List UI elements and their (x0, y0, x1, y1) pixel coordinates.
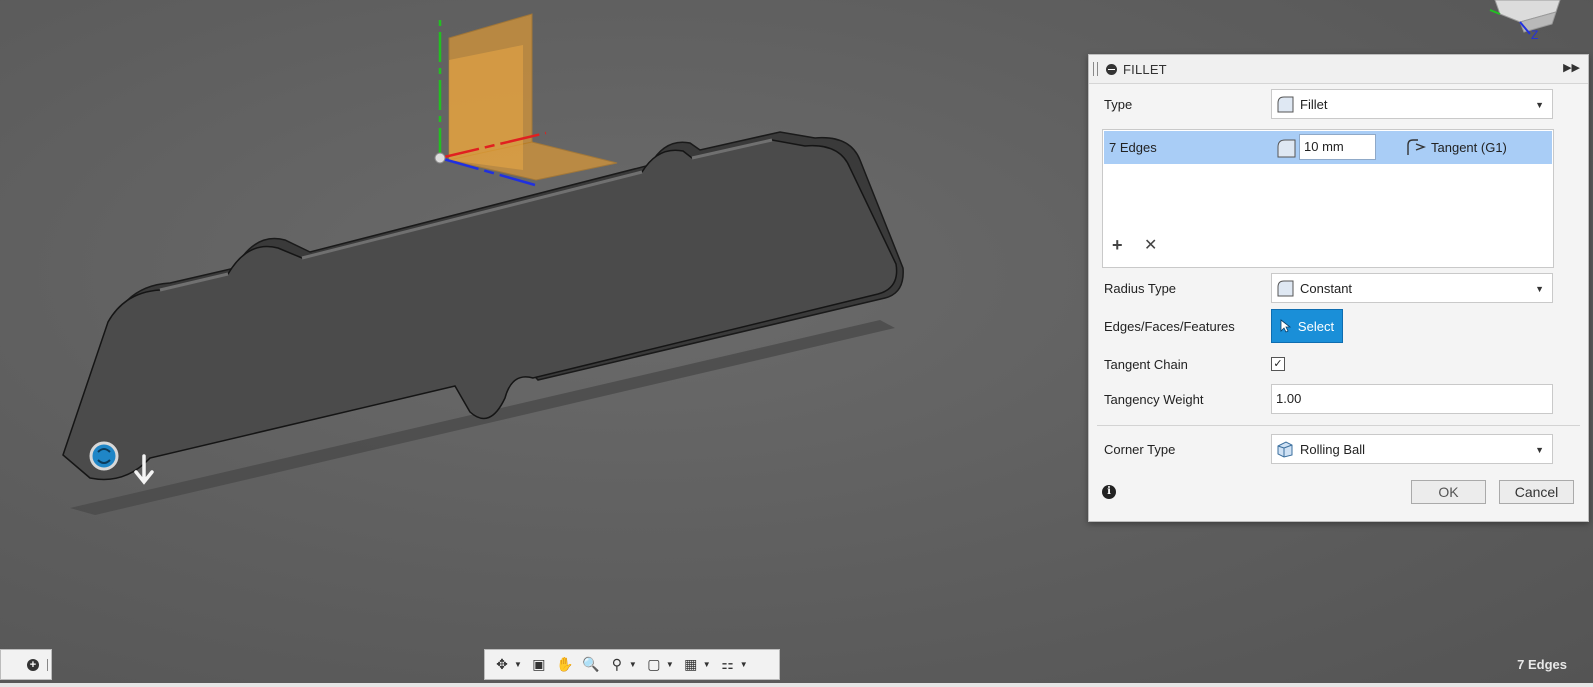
bottom-strip (0, 683, 1593, 687)
continuity-selector[interactable]: Tangent (G1) (1406, 138, 1507, 156)
type-dropdown[interactable]: Fillet ▼ (1271, 89, 1553, 119)
continuity-value: Tangent (G1) (1431, 139, 1507, 155)
tangent-chain-checkbox[interactable]: ✓ (1271, 357, 1285, 371)
chevron-down-icon[interactable]: ▼ (629, 660, 637, 669)
part-face[interactable] (62, 139, 898, 481)
toolbar-grip-icon[interactable] (47, 659, 50, 671)
origin-point[interactable] (434, 152, 446, 164)
corner-type-row: Corner Type Rolling Ball ▼ (1104, 433, 1574, 465)
type-value: Fillet (1300, 96, 1328, 112)
radius-icon (1277, 139, 1296, 158)
divider (1097, 425, 1580, 426)
dialog-header[interactable]: FILLET ▶▶ (1089, 55, 1588, 84)
collapse-icon[interactable] (1106, 63, 1117, 75)
add-icon[interactable]: + (1112, 235, 1123, 256)
display-settings-icon[interactable]: ▢ (643, 655, 665, 675)
selection-status: 7 Edges (1517, 657, 1567, 672)
tangent-icon (1407, 139, 1426, 155)
navigation-toolbar: ✥ ▼ ▣ ✋ 🔍 ⚲ ▼ ▢ ▼ ▦ ▼ ⚏ ▼ (484, 649, 780, 680)
edges-list-item[interactable]: 7 Edges 10 mm Tangent (G1) (1104, 131, 1552, 164)
chevron-down-icon[interactable]: ▼ (666, 660, 674, 669)
plane-xz (449, 45, 523, 170)
constant-radius-icon (1277, 280, 1294, 297)
corner-type-label: Corner Type (1104, 441, 1176, 457)
select-label: Select (1297, 318, 1335, 334)
fillet-manipulator-icon[interactable] (89, 441, 119, 471)
tangent-chain-label: Tangent Chain (1104, 356, 1188, 372)
cursor-arrow-icon (1280, 319, 1292, 333)
radius-type-label: Radius Type (1104, 280, 1177, 296)
fillet-dialog: FILLET ▶▶ Type Fillet ▼ 7 Edges 10 mm Ta… (1088, 54, 1589, 522)
comments-toolbar: + (0, 649, 52, 680)
chevron-down-icon: ▼ (1535, 445, 1544, 455)
zoom-window-icon[interactable]: ⚲ (606, 655, 628, 675)
edges-faces-label: Edges/Faces/Features (1104, 318, 1235, 334)
dialog-title: FILLET (1123, 61, 1167, 77)
ok-button[interactable]: OK (1411, 480, 1486, 504)
radius-type-dropdown[interactable]: Constant ▼ (1271, 273, 1553, 303)
orbit-icon[interactable]: ✥ (491, 655, 513, 675)
pan-icon[interactable]: ✋ (554, 655, 576, 675)
grid-icon[interactable]: ▦ (680, 655, 702, 675)
edges-count: 7 Edges (1109, 140, 1157, 155)
edges-faces-row: Edges/Faces/Features Select (1104, 308, 1574, 344)
radius-input[interactable]: 10 mm (1299, 134, 1376, 160)
info-icon[interactable]: i (1102, 485, 1116, 499)
chevron-down-icon: ▼ (1535, 284, 1544, 294)
tangency-weight-input[interactable]: 1.00 (1271, 384, 1553, 414)
look-at-icon[interactable]: ▣ (528, 655, 550, 675)
tangency-weight-label: Tangency Weight (1104, 391, 1204, 407)
add-comment-icon[interactable]: + (27, 659, 39, 671)
viewports-icon[interactable]: ⚏ (717, 655, 739, 675)
viewcube[interactable]: Z (1489, 0, 1561, 42)
type-row: Type Fillet ▼ (1104, 88, 1574, 120)
fillet-type-icon (1277, 96, 1294, 113)
drag-grip-icon[interactable] (1093, 62, 1098, 76)
chevron-down-icon: ▼ (1535, 100, 1544, 110)
zoom-icon[interactable]: 🔍 (580, 655, 602, 675)
radius-type-value: Constant (1300, 280, 1353, 296)
corner-type-value: Rolling Ball (1300, 441, 1366, 457)
tangency-weight-row: Tangency Weight 1.00 (1104, 383, 1574, 415)
radius-type-row: Radius Type Constant ▼ (1104, 272, 1574, 304)
expand-icon[interactable]: ▶▶ (1563, 61, 1580, 74)
chevron-down-icon[interactable]: ▼ (703, 660, 711, 669)
select-button[interactable]: Select (1271, 309, 1343, 343)
remove-icon[interactable]: ✕ (1144, 235, 1157, 255)
type-label: Type (1104, 96, 1133, 112)
cancel-button[interactable]: Cancel (1499, 480, 1574, 504)
tangent-chain-row: Tangent Chain ✓ (1104, 349, 1574, 379)
chevron-down-icon[interactable]: ▼ (740, 660, 748, 669)
chevron-down-icon[interactable]: ▼ (514, 660, 522, 669)
rolling-ball-icon (1277, 441, 1293, 458)
viewcube-axis-z: Z (1531, 28, 1538, 42)
edges-list[interactable]: 7 Edges 10 mm Tangent (G1) + ✕ (1102, 129, 1554, 268)
corner-type-dropdown[interactable]: Rolling Ball ▼ (1271, 434, 1553, 464)
